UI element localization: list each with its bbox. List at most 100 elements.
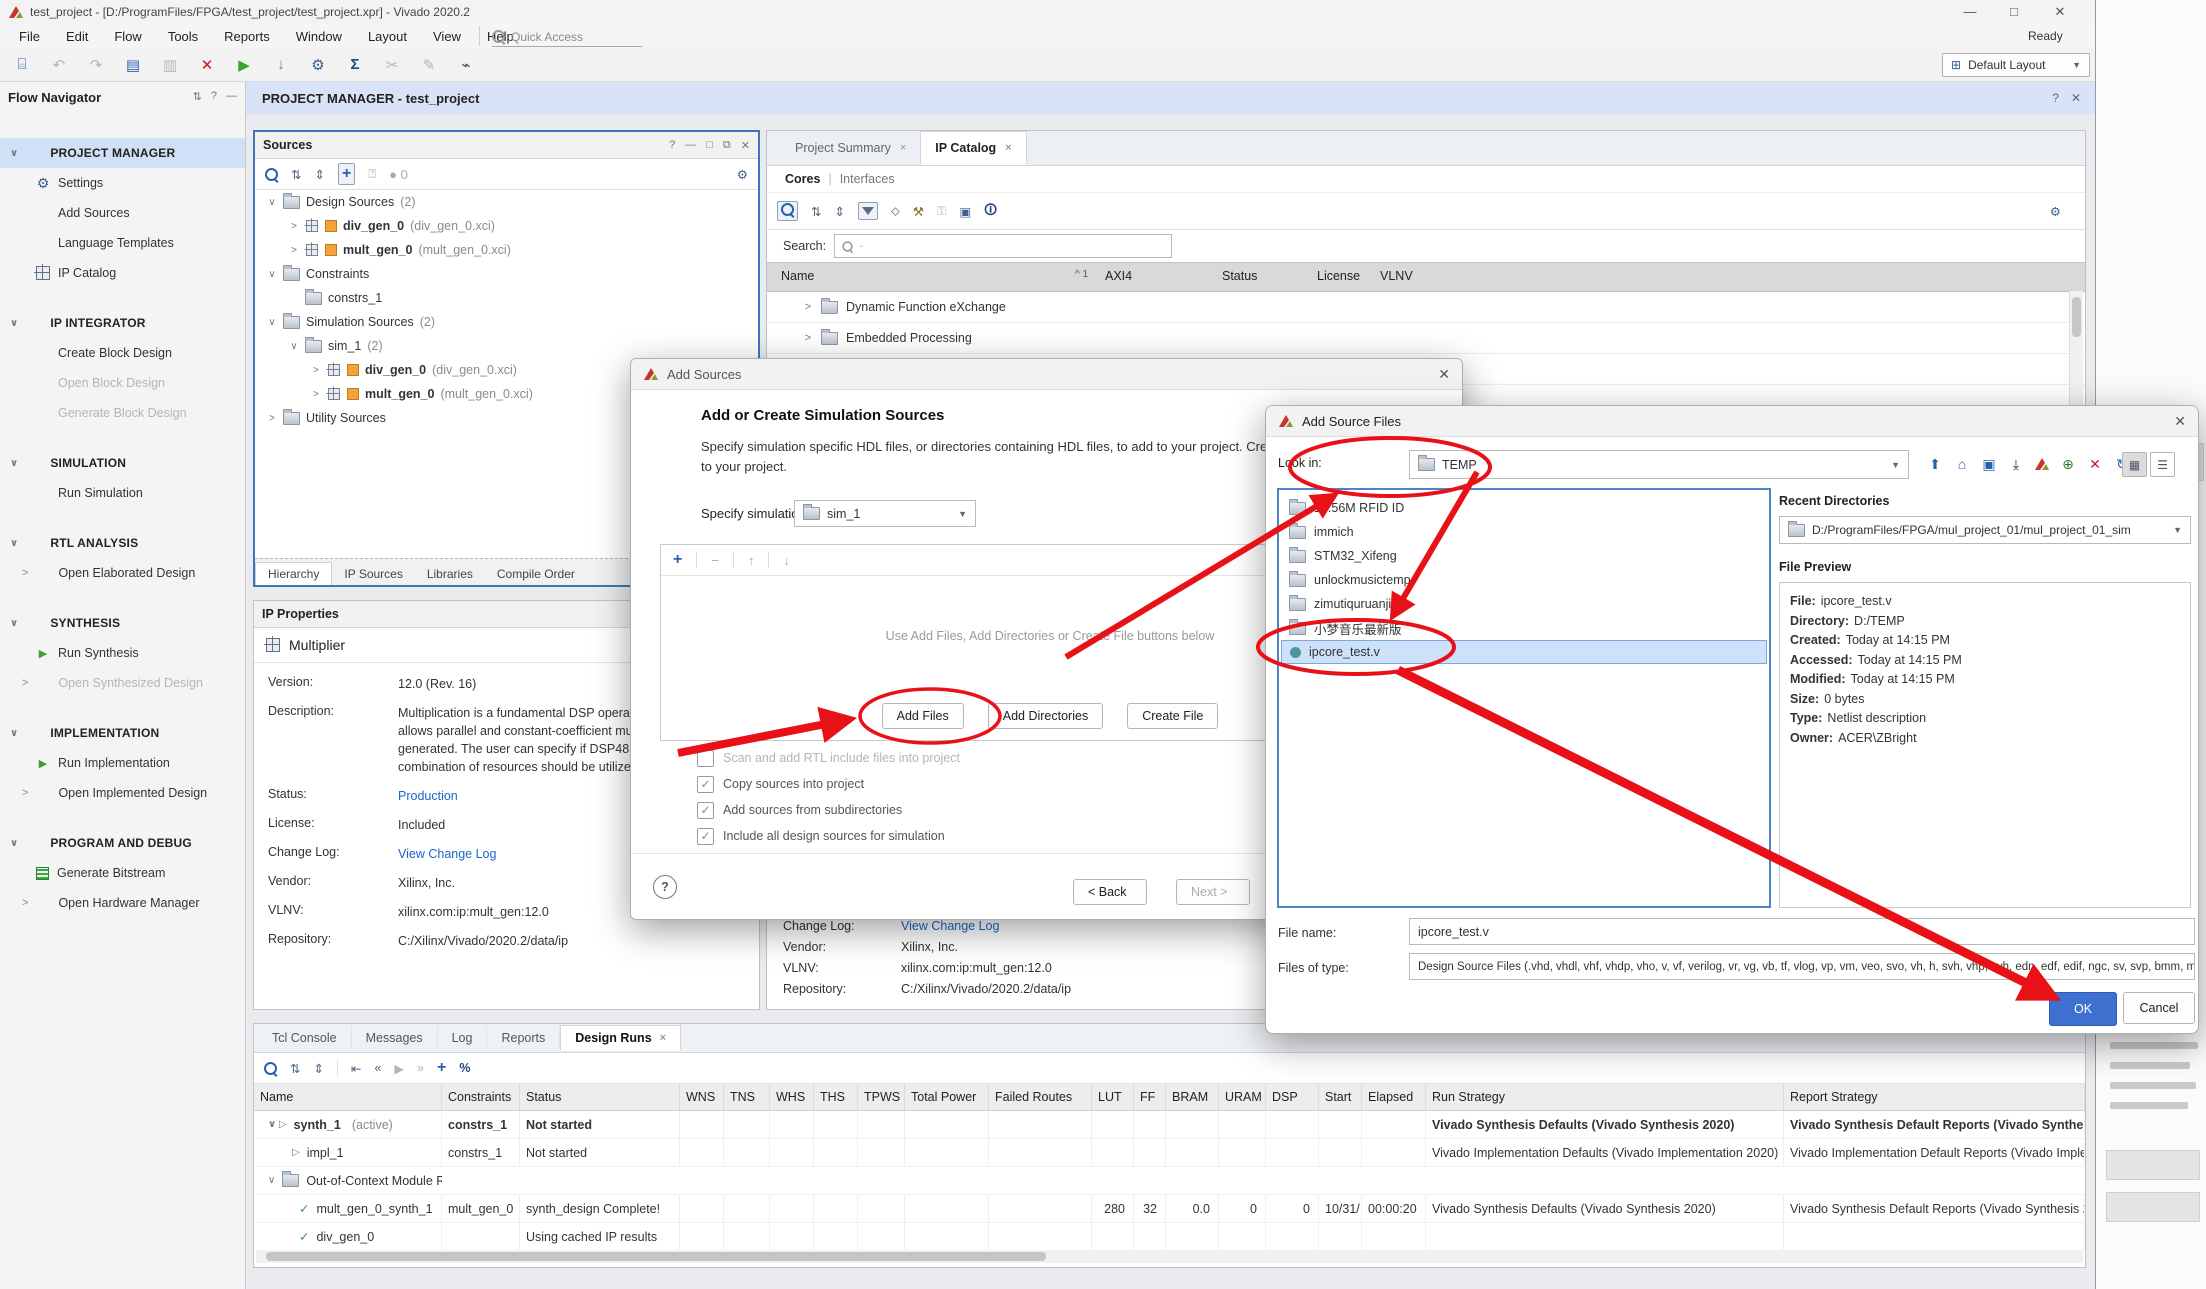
column-header[interactable]: LUT xyxy=(1092,1084,1134,1110)
option-checkbox[interactable]: Add sources from subdirectories xyxy=(697,797,960,823)
menu-item[interactable]: Reports xyxy=(211,29,283,44)
column-header[interactable]: TNS xyxy=(724,1084,770,1110)
bottom-tab[interactable]: Tcl Console xyxy=(258,1026,352,1050)
column-header[interactable]: FF xyxy=(1134,1084,1166,1110)
column-header[interactable]: WHS xyxy=(770,1084,814,1110)
sum-icon[interactable]: Σ xyxy=(345,55,365,75)
document-tab[interactable]: Project Summary × xyxy=(781,131,920,165)
tree-item[interactable]: ∨ Simulation Sources (2) xyxy=(255,310,758,334)
banner-help-icon[interactable]: ? xyxy=(2052,91,2059,105)
first-icon[interactable]: ⇤ xyxy=(351,1061,361,1076)
pencil-icon[interactable]: ✎ xyxy=(419,55,439,75)
flow-navigator-item[interactable]: Language Templates xyxy=(0,228,245,258)
tree-item[interactable]: > div_gen_0 (div_gen_0.xci) xyxy=(255,214,758,238)
column-header[interactable]: DSP xyxy=(1266,1084,1319,1110)
gear-icon[interactable]: ⚙ xyxy=(2050,204,2061,219)
move-down-icon[interactable]: ↓ xyxy=(783,553,790,568)
flow-navigator-item[interactable]: > Open Hardware Manager xyxy=(0,888,245,918)
desktop-icon[interactable]: ▣ xyxy=(1980,454,1998,474)
document-icon[interactable]: ▤ xyxy=(123,55,143,75)
expand-all-icon[interactable]: ⇕ xyxy=(834,204,844,219)
wand-icon[interactable]: ⌁ xyxy=(456,55,476,75)
design-run-row[interactable]: ✓ mult_gen_0_synth_1 mult_gen_0 synth_de… xyxy=(254,1195,2085,1223)
tree-item[interactable]: ∨ sim_1 (2) xyxy=(255,334,758,358)
help-button[interactable]: ? xyxy=(653,875,677,899)
flow-navigator-item[interactable]: Generate Block Design xyxy=(0,398,245,428)
banner-close-icon[interactable]: ✕ xyxy=(2071,91,2081,105)
design-run-row[interactable]: ▷ impl_1 constrs_1 Not started Vivado Im… xyxy=(254,1139,2085,1167)
checkbox-icon[interactable] xyxy=(697,776,714,793)
column-header[interactable]: Status xyxy=(520,1084,680,1110)
chip-icon[interactable]: ▣ xyxy=(959,204,971,219)
flow-navigator-item[interactable]: Run Synthesis xyxy=(0,638,245,668)
play-icon[interactable]: ▶ xyxy=(394,1061,404,1076)
copy-icon[interactable]: ▥ xyxy=(160,55,180,75)
fast-forward-icon[interactable]: » xyxy=(417,1061,424,1075)
grid-view-icon[interactable]: ▦ xyxy=(2122,452,2147,477)
bottom-tab[interactable]: Design Runs × xyxy=(560,1025,681,1051)
bottom-tab[interactable]: Reports xyxy=(487,1026,560,1050)
gear-icon[interactable]: ⚙ xyxy=(737,167,748,182)
expand-all-icon[interactable]: ⇕ xyxy=(313,1061,323,1076)
tree-twisty-icon[interactable]: ∨ xyxy=(267,269,277,280)
file-list-item[interactable]: STM32_Xifeng xyxy=(1281,544,1767,568)
option-checkbox[interactable]: Copy sources into project xyxy=(697,771,960,797)
remove-icon[interactable]: − xyxy=(711,553,719,568)
col-vlnv[interactable]: VLNV xyxy=(1380,269,1413,283)
list-view-icon[interactable]: ☰ xyxy=(2150,452,2175,477)
file-list-item[interactable]: 小梦音乐最新版 xyxy=(1281,616,1767,640)
dialog-action-button[interactable]: Add Directories xyxy=(988,703,1103,729)
ip-catalog-row[interactable]: > Dynamic Function eXchange xyxy=(767,292,2085,323)
panel-help-icon[interactable]: ? xyxy=(669,139,675,152)
filter-icon[interactable] xyxy=(858,202,878,220)
flow-navigator-item[interactable]: RTL ANALYSIS xyxy=(0,528,245,558)
up-directory-icon[interactable]: ⬆ xyxy=(1926,454,1944,474)
ip-search-input[interactable]: · xyxy=(834,234,1172,258)
flow-navigator-item[interactable]: Open Block Design xyxy=(0,368,245,398)
minimize-panel-icon[interactable]: — xyxy=(226,90,237,103)
menu-item[interactable]: File xyxy=(6,29,53,44)
tree-twisty-icon[interactable]: > xyxy=(289,221,299,232)
open-project-icon[interactable]: ⌸ xyxy=(12,55,32,75)
design-run-row[interactable]: ∨ ▷ synth_1 (active) constrs_1 Not start… xyxy=(254,1111,2085,1139)
close-button[interactable]: ✕ xyxy=(2040,2,2080,22)
delete-icon[interactable]: ✕ xyxy=(2086,454,2104,474)
horizontal-scrollbar[interactable] xyxy=(256,1250,2083,1263)
option-checkbox[interactable]: Scan and add RTL include files into proj… xyxy=(697,745,960,771)
look-in-dropdown[interactable]: TEMP ▼ xyxy=(1409,450,1909,479)
menu-item[interactable]: Flow xyxy=(101,29,154,44)
step-icon[interactable]: ↓ xyxy=(271,55,291,75)
undo-icon[interactable]: ↶ xyxy=(49,55,69,75)
column-header[interactable]: Elapsed xyxy=(1362,1084,1426,1110)
file-list-item[interactable]: ipcore_test.v xyxy=(1281,640,1767,664)
panel-minimize-icon[interactable]: — xyxy=(685,139,696,152)
recent-directories-dropdown[interactable]: D:/ProgramFiles/FPGA/mul_project_01/mul_… xyxy=(1779,516,2191,544)
menu-item[interactable]: View xyxy=(420,29,474,44)
flow-navigator-item[interactable]: PROGRAM AND DEBUG xyxy=(0,828,245,858)
add-sources-icon[interactable]: + xyxy=(338,163,355,185)
tree-twisty-icon[interactable]: > xyxy=(311,365,321,376)
tab-interfaces[interactable]: Interfaces xyxy=(840,172,895,186)
tree-twisty-icon[interactable]: > xyxy=(289,245,299,256)
sources-tab[interactable]: Hierarchy xyxy=(255,562,332,585)
next-button[interactable]: Next > xyxy=(1176,879,1250,905)
flow-navigator-item[interactable]: SIMULATION xyxy=(0,448,245,478)
layout-selector[interactable]: ⊞ Default Layout ▼ xyxy=(1942,53,2090,77)
checkbox-icon[interactable] xyxy=(697,750,714,767)
flow-navigator-item[interactable]: Create Block Design xyxy=(0,338,245,368)
file-list-item[interactable]: 13.56M RFID ID xyxy=(1281,496,1767,520)
sources-tab[interactable]: Compile Order xyxy=(485,563,587,585)
column-header[interactable]: Report Strategy xyxy=(1784,1084,2085,1110)
add-ip-icon[interactable]: ⬦ xyxy=(891,204,900,219)
help-badge-icon[interactable]: ⍰ xyxy=(368,166,376,182)
column-header[interactable]: Name xyxy=(254,1084,442,1110)
delete-icon[interactable]: ✕ xyxy=(197,55,217,75)
collapse-all-icon[interactable]: ⇅ xyxy=(291,167,301,182)
col-name[interactable]: Name xyxy=(781,269,814,283)
file-list-item[interactable]: unlockmusictemp xyxy=(1281,568,1767,592)
tab-close-icon[interactable]: × xyxy=(900,142,906,154)
downloads-icon[interactable]: ⤓ xyxy=(2007,454,2025,474)
tree-item[interactable]: ∨ Constraints xyxy=(255,262,758,286)
menu-item[interactable]: Edit xyxy=(53,29,101,44)
column-header[interactable]: WNS xyxy=(680,1084,724,1110)
